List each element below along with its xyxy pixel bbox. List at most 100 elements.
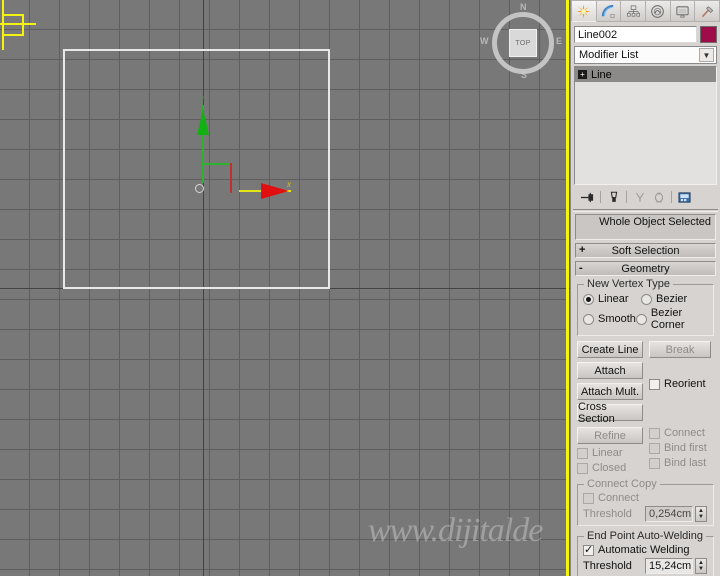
show-end-result-icon[interactable] [605,189,622,205]
radio-bezier-corner-dot[interactable] [635,313,647,325]
gizmo-x-label: x [287,179,291,189]
create-line-button[interactable]: Create Line [577,341,643,358]
expand-plus-icon[interactable]: + [578,70,587,79]
viewcube-west-label[interactable]: W [480,36,489,46]
break-button[interactable]: Break [649,341,711,358]
group-connect-copy: Connect Copy Connect Threshold 0,254cm ▲… [577,478,714,526]
command-panel-tabs [571,0,720,22]
radio-bezier-label: Bezier [656,293,688,305]
bind-first-checkbox[interactable]: Bind first [649,442,707,454]
modify-tab[interactable] [596,0,622,22]
modifier-list-row: Modifier List ▼ [571,45,720,66]
create-tab[interactable] [571,0,597,22]
refine-closed-checkbox-box[interactable] [577,462,588,474]
connect-copy-threshold-spinner[interactable]: ▲ ▼ [695,506,707,522]
pin-stack-icon[interactable] [579,189,596,205]
cross-section-button[interactable]: Cross Section [577,401,643,425]
refine-linear-checkbox[interactable]: Linear [577,447,643,459]
viewcube[interactable]: N S W E TOP [480,2,562,80]
modifier-stack-toolbar [574,187,717,207]
object-name-row: Line002 [571,22,720,45]
make-unique-icon[interactable] [631,189,648,205]
rollout-collapse-sign: - [579,262,583,274]
connect-copy-threshold-row: Threshold 0,254cm ▲ ▼ [583,506,709,522]
modifier-stack-item-label: Line [591,68,612,81]
panel-divider [573,209,718,212]
automatic-welding-checkbox-box[interactable] [583,543,594,556]
reorient-checkbox-box[interactable] [649,378,660,390]
utilities-tab[interactable] [695,0,720,22]
connect-copy-threshold-label: Threshold [583,508,632,520]
spinner-down-icon[interactable]: ▼ [698,566,704,572]
radio-bezier-corner[interactable]: Bezier Corner [635,307,709,331]
group-title-new-vertex-type: New Vertex Type [584,278,673,290]
hammer-icon [701,5,713,17]
spinner-down-icon[interactable]: ▼ [698,514,704,520]
radio-bezier-corner-label: Bezier Corner [650,307,685,331]
rollout-title: Geometry [621,262,670,275]
rollout-expand-sign: + [579,244,586,256]
bind-first-label: Bind first [664,442,707,454]
viewcube-north-label[interactable]: N [520,2,527,12]
object-color-swatch[interactable] [700,26,717,43]
auto-weld-threshold-spinner[interactable]: ▲ ▼ [695,558,707,574]
refine-linear-checkbox-box[interactable] [577,447,588,459]
toolbar-separator [671,191,672,203]
transform-gizmo[interactable]: y x [195,93,305,200]
rollout-header-soft-selection[interactable]: + Soft Selection [575,243,716,258]
bind-first-checkbox-box[interactable] [649,442,660,454]
reorient-checkbox[interactable]: Reorient [649,378,706,390]
viewport-top[interactable]: y x N S W E TOP www.dijitalde [0,0,570,576]
bind-last-checkbox[interactable]: Bind last [649,457,707,469]
attach-button[interactable]: Attach [577,362,643,379]
motion-tab[interactable] [646,0,671,22]
viewcube-south-label[interactable]: S [521,70,527,80]
modifier-stack-item-line[interactable]: + Line [575,67,716,82]
radio-linear-dot[interactable] [583,293,594,305]
group-new-vertex-type: New Vertex Type Linear Bezier Smooth Bez… [577,278,714,336]
rollout-header-geometry[interactable]: - Geometry [575,261,716,276]
viewcube-east-label[interactable]: E [556,36,562,46]
modifier-stack[interactable]: + Line [574,66,717,185]
group-title-end-point-auto-welding: End Point Auto-Welding [584,530,706,542]
application-window: y x N S W E TOP www.dijitalde Line002 Mo… [0,0,720,576]
refine-connect-checkbox[interactable]: Connect [649,427,707,439]
refine-closed-label: Closed [592,462,627,474]
rollout-soft-selection: + Soft Selection [575,243,716,258]
radio-bezier[interactable]: Bezier [641,293,687,305]
viewcube-top-face[interactable]: TOP [509,29,537,57]
configure-modifier-sets-icon[interactable] [676,189,693,205]
gizmo-origin-circle[interactable] [195,184,204,193]
display-tab[interactable] [670,0,696,22]
connect-copy-label: Connect [598,492,639,504]
gizmo-y-axis-arrow-icon[interactable] [197,109,209,135]
toolbar-separator [626,191,627,203]
gizmo-xy-plane-handle-v[interactable] [230,163,232,193]
bind-last-checkbox-box[interactable] [649,457,660,469]
refine-closed-checkbox[interactable]: Closed [577,462,643,474]
refine-button[interactable]: Refine [577,427,643,444]
radio-smooth-dot[interactable] [583,313,594,325]
refine-linear-label: Linear [592,447,623,459]
connect-copy-checkbox-box[interactable] [583,492,594,504]
connect-copy-checkbox[interactable]: Connect [583,492,709,504]
gizmo-x-axis-arrow-icon[interactable] [261,183,289,199]
refine-connect-checkbox-box[interactable] [649,427,660,439]
object-name-input[interactable]: Line002 [574,26,697,43]
connect-copy-threshold-input[interactable]: 0,254cm [645,506,693,522]
hierarchy-nodes-icon [626,5,640,17]
bind-last-label: Bind last [664,457,707,469]
chevron-down-icon[interactable]: ▼ [699,48,714,62]
gizmo-xy-plane-handle-h[interactable] [203,163,232,165]
arc-bend-icon [601,4,615,18]
hierarchy-tab[interactable] [621,0,647,22]
remove-modifier-icon[interactable] [650,189,667,205]
auto-weld-threshold-input[interactable]: 15,24cm [645,558,693,574]
radio-bezier-dot[interactable] [641,293,652,305]
radio-linear[interactable]: Linear [583,293,641,305]
attach-mult-button[interactable]: Attach Mult. [577,383,643,400]
radio-smooth[interactable]: Smooth [583,313,636,325]
automatic-welding-checkbox[interactable]: Automatic Welding [583,543,709,556]
selection-handle-corner[interactable] [2,14,24,36]
modifier-list-dropdown[interactable]: Modifier List ▼ [574,46,717,64]
